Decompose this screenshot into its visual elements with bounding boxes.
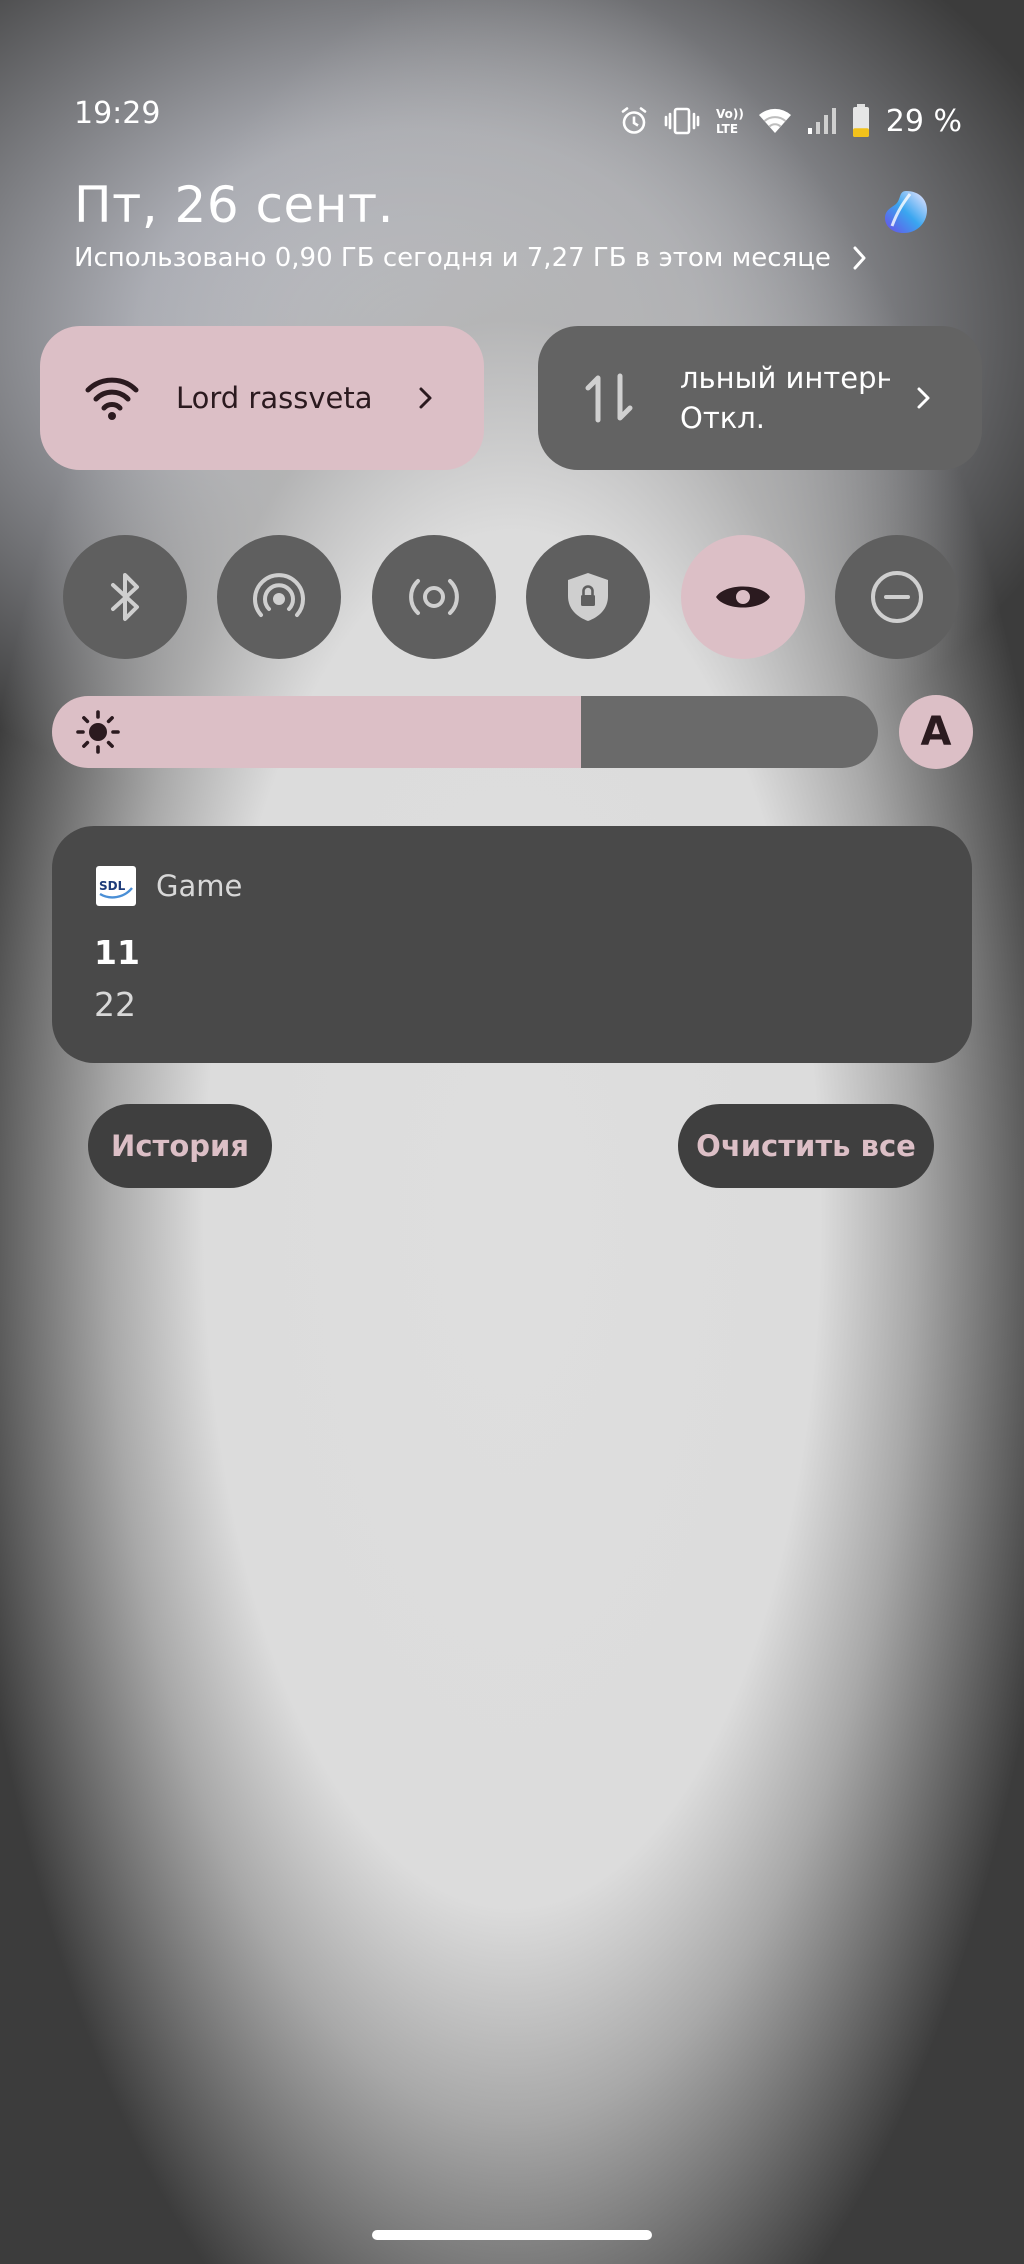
eye-comfort-toggle[interactable] (681, 535, 805, 659)
signal-icon (806, 106, 838, 136)
mobile-data-status: Откл. (680, 401, 765, 435)
battery-percent: 29 % (885, 103, 962, 139)
history-button[interactable]: История (88, 1104, 272, 1188)
mobile-data-icon (585, 373, 633, 423)
nfc-toggle[interactable] (372, 535, 496, 659)
nfc-icon (409, 579, 459, 615)
wifi-icon (758, 106, 792, 136)
home-indicator[interactable] (372, 2230, 652, 2240)
notification-app-name: Game (156, 869, 243, 903)
battery-icon (852, 104, 870, 138)
sun-icon (76, 710, 120, 754)
bluetooth-toggle[interactable] (63, 535, 187, 659)
volte-icon: Vo)) LTE (714, 105, 744, 137)
notification-card[interactable]: SDL Game 11 22 (52, 826, 972, 1063)
assistant-icon[interactable] (882, 188, 930, 236)
notification-title: 11 (94, 933, 140, 972)
eye-icon (716, 586, 770, 608)
wifi-tile[interactable]: Lord rassveta (40, 326, 484, 470)
bluetooth-icon (111, 573, 139, 621)
hotspot-icon (253, 573, 305, 617)
wifi-icon (85, 377, 139, 420)
app-icon-text: SDL (99, 879, 126, 893)
chevron-right-icon (419, 387, 432, 409)
sdl-app-icon: SDL (96, 866, 136, 906)
data-usage-text: Использовано 0,90 ГБ сегодня и 7,27 ГБ в… (74, 243, 831, 273)
vibrate-icon (664, 105, 700, 137)
vpn-shield-icon (568, 573, 608, 621)
do-not-disturb-toggle[interactable] (835, 535, 959, 659)
auto-brightness-button[interactable]: A (899, 695, 973, 769)
hotspot-toggle[interactable] (217, 535, 341, 659)
date-text: Пт, 26 сент. (74, 176, 394, 234)
mobile-data-tile[interactable]: льный интерн Откл. (538, 326, 982, 470)
vpn-toggle[interactable] (526, 535, 650, 659)
volte-top-text: Vo)) (716, 107, 744, 121)
clear-all-button[interactable]: Очистить все (678, 1104, 934, 1188)
brightness-slider-fill (52, 696, 581, 768)
status-icons: Vo)) LTE 29 % (618, 98, 962, 144)
alarm-icon (618, 105, 650, 137)
mobile-data-title: льный интерн (680, 361, 890, 395)
status-time: 19:29 (74, 96, 161, 131)
volte-bottom-text: LTE (716, 122, 738, 136)
brightness-slider[interactable] (52, 696, 878, 768)
notification-body: 22 (94, 985, 136, 1024)
do-not-disturb-icon (871, 571, 923, 623)
chevron-right-icon (853, 246, 866, 270)
wifi-network-name: Lord rassveta (176, 381, 373, 415)
chevron-right-icon (917, 387, 930, 409)
data-usage-row[interactable]: Использовано 0,90 ГБ сегодня и 7,27 ГБ в… (74, 243, 869, 273)
